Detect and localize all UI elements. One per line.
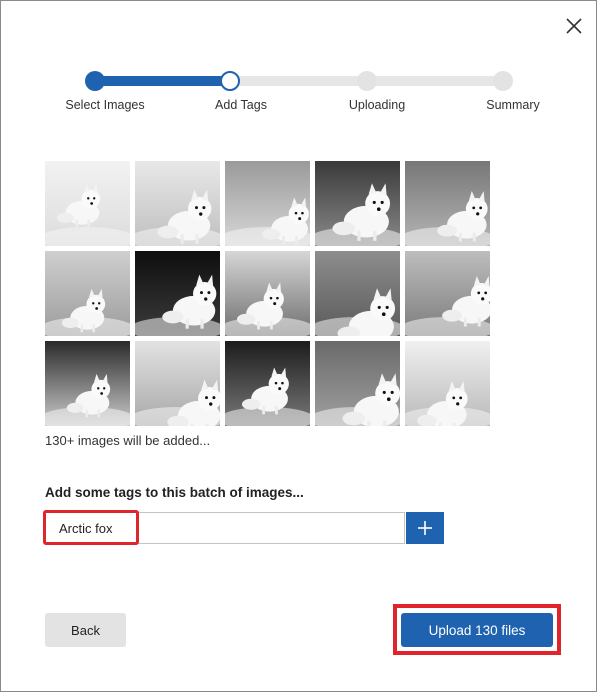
add-tag-button[interactable] [406, 512, 444, 544]
plus-icon [418, 521, 432, 535]
image-thumbnail [225, 251, 310, 336]
tags-label: Add some tags to this batch of images... [45, 485, 304, 500]
arctic-fox-photo [315, 251, 400, 336]
arctic-fox-photo [45, 161, 130, 246]
step-dot-select-images [85, 71, 105, 91]
stepper-progress [94, 76, 230, 86]
image-thumbnail [405, 341, 490, 426]
step-label-uploading: Uploading [348, 98, 406, 112]
arctic-fox-photo [45, 341, 130, 426]
arctic-fox-photo [45, 251, 130, 336]
upload-dialog: Select Images Add Tags Uploading Summary… [0, 0, 597, 692]
image-thumbnail [135, 161, 220, 246]
image-thumbnail [135, 251, 220, 336]
step-dot-uploading [357, 71, 377, 91]
image-thumbnail-grid [45, 161, 490, 426]
image-thumbnail [225, 161, 310, 246]
image-thumbnail [405, 251, 490, 336]
image-thumbnail [315, 341, 400, 426]
image-thumbnail [225, 341, 310, 426]
image-thumbnail [315, 251, 400, 336]
image-thumbnail [315, 161, 400, 246]
image-thumbnail [45, 161, 130, 246]
back-button[interactable]: Back [45, 613, 126, 647]
upload-button[interactable]: Upload 130 files [401, 613, 553, 647]
arctic-fox-photo [225, 161, 310, 246]
arctic-fox-photo [405, 341, 490, 426]
step-dot-summary [493, 71, 513, 91]
arctic-fox-photo [135, 251, 220, 336]
image-count-text: 130+ images will be added... [45, 433, 211, 448]
arctic-fox-photo [135, 161, 220, 246]
image-thumbnail [135, 341, 220, 426]
step-label-summary: Summary [486, 98, 540, 112]
step-dot-add-tags [220, 71, 240, 91]
image-thumbnail [45, 341, 130, 426]
arctic-fox-photo [225, 251, 310, 336]
arctic-fox-photo [225, 341, 310, 426]
tag-input-container [45, 512, 405, 544]
step-label-add-tags: Add Tags [215, 98, 267, 112]
arctic-fox-photo [405, 161, 490, 246]
tag-input[interactable] [46, 513, 404, 543]
image-thumbnail [405, 161, 490, 246]
arctic-fox-photo [135, 341, 220, 426]
step-label-select-images: Select Images [65, 98, 145, 112]
arctic-fox-photo [405, 251, 490, 336]
arctic-fox-photo [315, 161, 400, 246]
image-thumbnail [45, 251, 130, 336]
arctic-fox-photo [315, 341, 400, 426]
progress-stepper: Select Images Add Tags Uploading Summary [1, 1, 596, 131]
